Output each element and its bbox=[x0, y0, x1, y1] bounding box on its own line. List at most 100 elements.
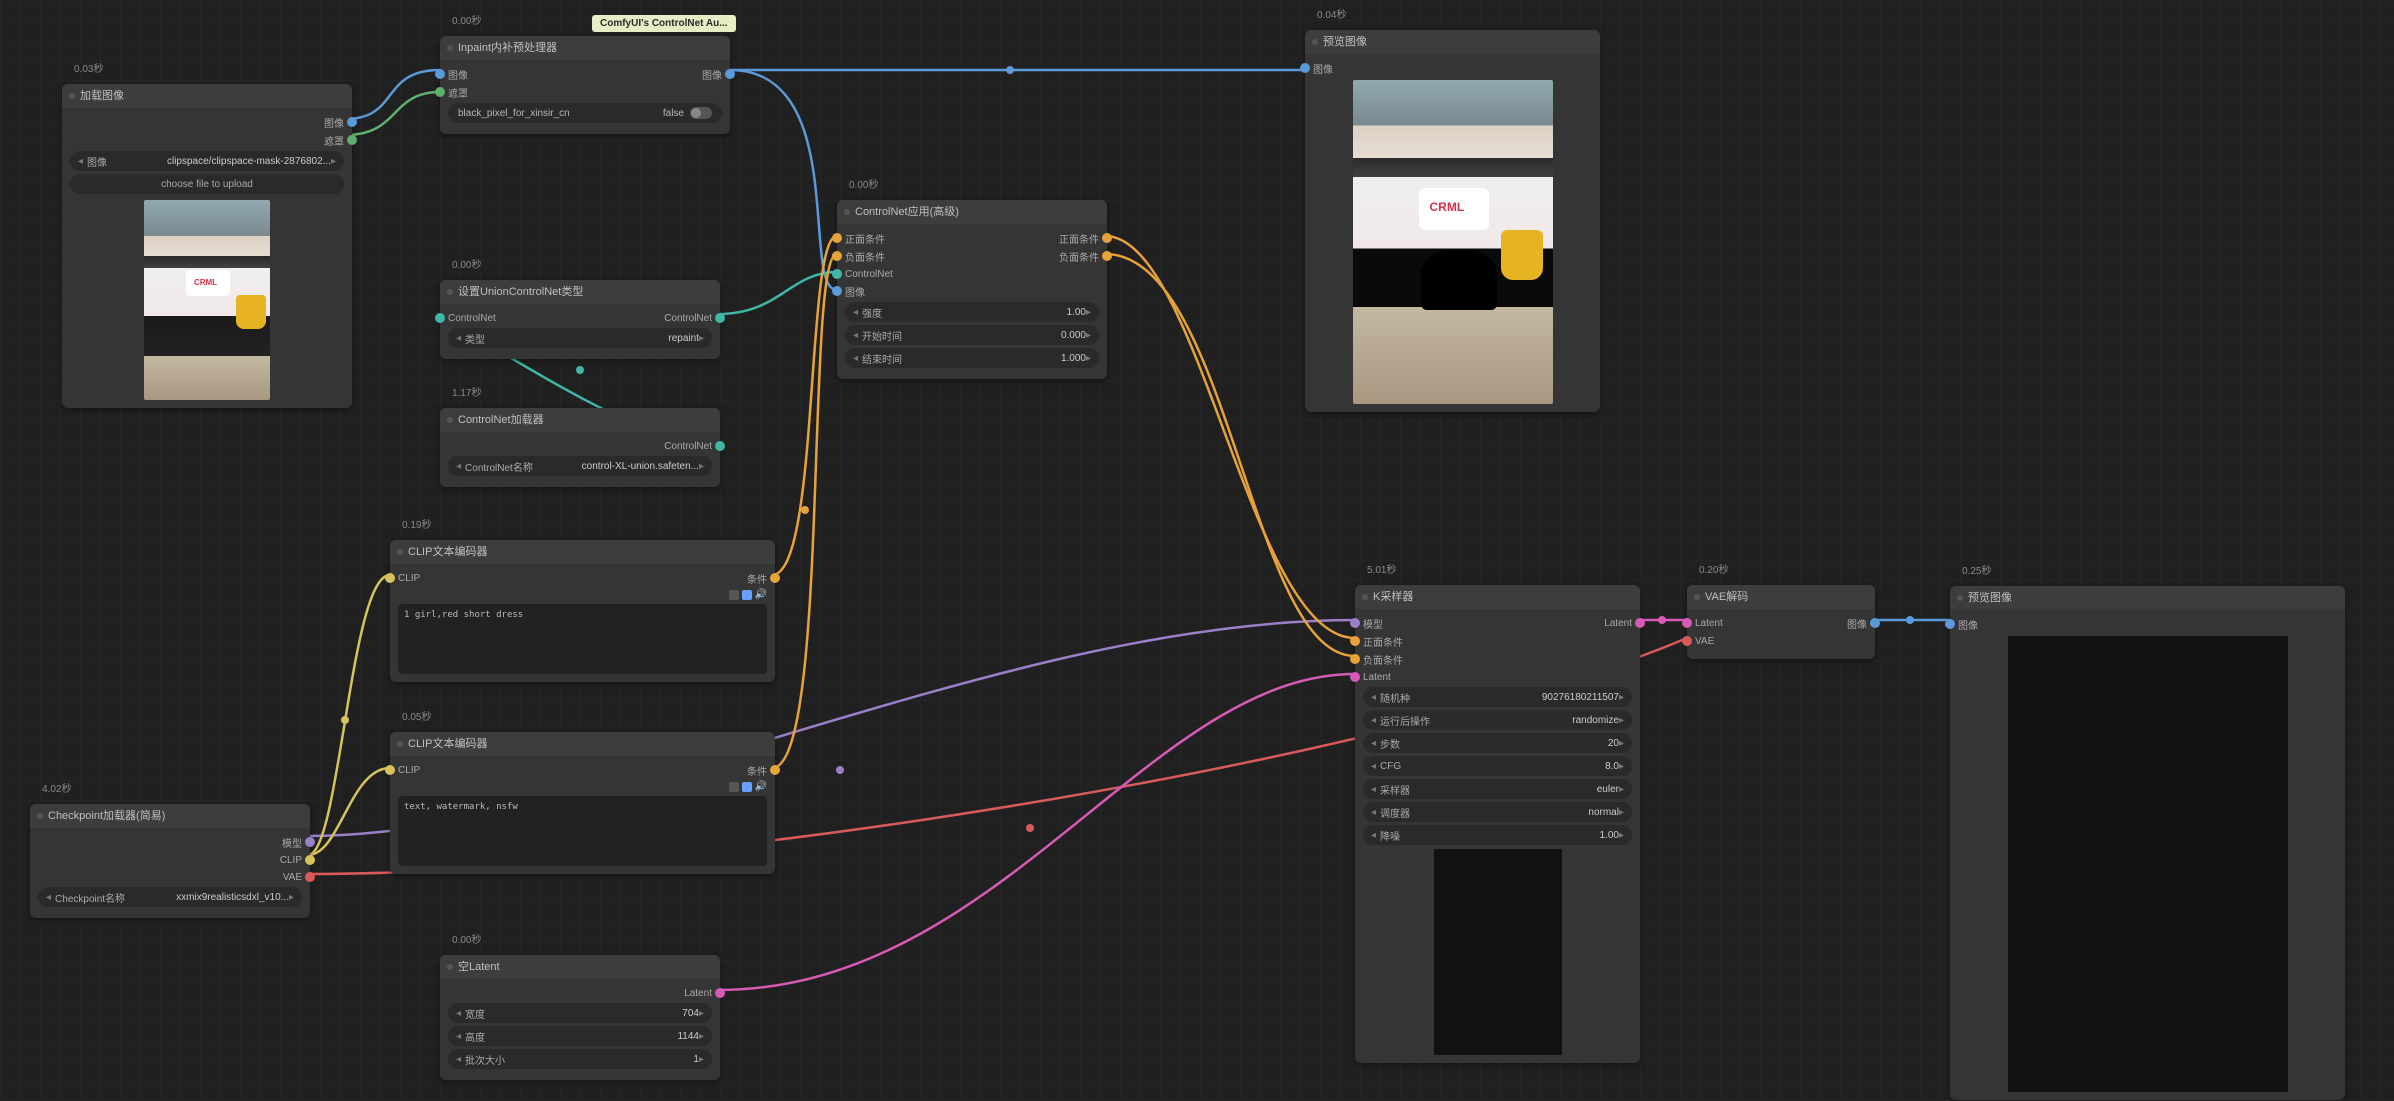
slot-label: VAE bbox=[1695, 636, 1714, 647]
widget-steps[interactable]: ◂步数20▸ bbox=[1363, 733, 1632, 753]
slot-label: 遮罩 bbox=[448, 85, 468, 100]
node-clip-text-negative[interactable]: 0.05秒 CLIP文本编码器 CLIP条件 🔊 text, watermark… bbox=[390, 732, 775, 874]
node-vae-decode[interactable]: 0.20秒 VAE解码 Latent图像 VAE bbox=[1687, 585, 1875, 659]
timing-label: 4.02秒 bbox=[42, 780, 71, 795]
slot-label: CLIP bbox=[398, 765, 420, 776]
widget-batch[interactable]: ◂批次大小1▸ bbox=[448, 1049, 712, 1069]
timing-label: 1.17秒 bbox=[452, 384, 481, 399]
slot-label: 模型 bbox=[1363, 616, 1383, 631]
node-clip-text-positive[interactable]: 0.19秒 CLIP文本编码器 CLIP条件 🔊 1 girl,red shor… bbox=[390, 540, 775, 682]
timing-label: 0.00秒 bbox=[452, 12, 481, 27]
timing-label: 0.19秒 bbox=[402, 516, 431, 531]
widget-type[interactable]: ◂类型repaint▸ bbox=[448, 328, 712, 348]
slot-label: 正面条件 bbox=[845, 231, 885, 246]
node-title[interactable]: 预览图像 bbox=[1305, 30, 1600, 54]
slot-label: 图像 bbox=[1313, 61, 1333, 76]
slot-label: 条件 bbox=[747, 763, 767, 778]
slot-label: CLIP bbox=[280, 855, 302, 866]
node-ksampler[interactable]: 5.01秒 K采样器 模型Latent 正面条件 负面条件 Latent ◂随机… bbox=[1355, 585, 1640, 1063]
widget-black-pixel[interactable]: black_pixel_for_xinsir_cn false bbox=[448, 103, 722, 123]
chevron-left-icon[interactable]: ◂ bbox=[46, 892, 51, 903]
slot-label: 遮罩 bbox=[324, 133, 344, 148]
toggle-icon[interactable] bbox=[729, 782, 739, 792]
slot-label: ControlNet bbox=[664, 441, 712, 452]
node-title[interactable]: ControlNet应用(高级) bbox=[837, 200, 1107, 224]
slot-label: 模型 bbox=[282, 835, 302, 850]
timing-label: 0.05秒 bbox=[402, 708, 431, 723]
widget-sampler[interactable]: ◂采样器euler▸ bbox=[1363, 779, 1632, 799]
node-inpaint-preprocessor[interactable]: 0.00秒 Inpaint内补预处理器 图像图像 遮罩 black_pixel_… bbox=[440, 36, 730, 134]
widget-width[interactable]: ◂宽度704▸ bbox=[448, 1003, 712, 1023]
slot-label: Latent bbox=[1604, 618, 1632, 629]
slot-label: ControlNet bbox=[845, 269, 893, 280]
slot-label: 正面条件 bbox=[1363, 634, 1403, 649]
node-title[interactable]: Inpaint内补预处理器 bbox=[440, 36, 730, 60]
widget-after[interactable]: ◂运行后操作randomize▸ bbox=[1363, 710, 1632, 730]
widget-checkpoint-name[interactable]: ◂Checkpoint名称xxmix9realisticsdxl_v10...▸ bbox=[38, 887, 302, 907]
slot-label: Latent bbox=[1695, 618, 1723, 629]
node-title[interactable]: 设置UnionControlNet类型 bbox=[440, 280, 720, 304]
chevron-left-icon[interactable]: ◂ bbox=[456, 333, 461, 344]
toggle[interactable] bbox=[690, 107, 712, 119]
speaker-icon[interactable]: 🔊 bbox=[755, 781, 767, 792]
slot-label: 负面条件 bbox=[1363, 652, 1403, 667]
toggle-icon[interactable] bbox=[742, 782, 752, 792]
chevron-right-icon[interactable]: ▸ bbox=[289, 892, 294, 903]
widget-controlnet-name[interactable]: ◂ControlNet名称control-XL-union.safeten...… bbox=[448, 456, 712, 476]
slot-label: 图像 bbox=[1958, 617, 1978, 632]
node-title[interactable]: 加载图像 bbox=[62, 84, 352, 108]
node-title[interactable]: CLIP文本编码器 bbox=[390, 732, 775, 756]
image-preview bbox=[2008, 636, 2288, 1092]
timing-label: 0.25秒 bbox=[1962, 562, 1991, 577]
node-checkpoint-loader[interactable]: 4.02秒 Checkpoint加载器(简易) 模型 CLIP VAE ◂Che… bbox=[30, 804, 310, 918]
node-load-image[interactable]: 0.03秒 加载图像 图像 遮罩 ◂ 图像 clipspace/clipspac… bbox=[62, 84, 352, 408]
toggle-icon[interactable] bbox=[742, 590, 752, 600]
widget-scheduler[interactable]: ◂调度器normal▸ bbox=[1363, 802, 1632, 822]
node-controlnet-loader[interactable]: 1.17秒 ControlNet加载器 ControlNet ◂ControlN… bbox=[440, 408, 720, 487]
slot-label: ControlNet bbox=[448, 313, 496, 324]
node-preview-image-2[interactable]: 0.25秒 预览图像 图像 bbox=[1950, 586, 2345, 1100]
widget-start[interactable]: ◂开始时间0.000▸ bbox=[845, 325, 1099, 345]
widget-height[interactable]: ◂高度1144▸ bbox=[448, 1026, 712, 1046]
widget-image-file[interactable]: ◂ 图像 clipspace/clipspace-mask-2876802...… bbox=[70, 151, 344, 171]
slot-label: 图像 bbox=[702, 67, 722, 82]
widget-cfg[interactable]: ◂CFG8.0▸ bbox=[1363, 756, 1632, 776]
chevron-right-icon[interactable]: ▸ bbox=[331, 156, 336, 167]
speaker-icon[interactable]: 🔊 bbox=[755, 589, 767, 600]
widget-seed[interactable]: ◂随机种90276180211507▸ bbox=[1363, 687, 1632, 707]
node-title[interactable]: 预览图像 bbox=[1950, 586, 2345, 610]
node-empty-latent[interactable]: 0.00秒 空Latent Latent ◂宽度704▸ ◂高度1144▸ ◂批… bbox=[440, 955, 720, 1080]
tooltip: ComfyUI's ControlNet Au... bbox=[592, 15, 736, 32]
slot-label: ControlNet bbox=[664, 313, 712, 324]
chevron-right-icon[interactable]: ▸ bbox=[699, 461, 704, 472]
slot-label: 图像 bbox=[845, 284, 865, 299]
prompt-textarea[interactable]: text, watermark, nsfw bbox=[398, 796, 767, 866]
widget-end[interactable]: ◂结束时间1.000▸ bbox=[845, 348, 1099, 368]
node-title[interactable]: ControlNet加载器 bbox=[440, 408, 720, 432]
slot-label: CLIP bbox=[398, 573, 420, 584]
node-set-union-controlnet[interactable]: 0.00秒 设置UnionControlNet类型 ControlNetCont… bbox=[440, 280, 720, 359]
slot-label: 图像 bbox=[448, 67, 468, 82]
node-title[interactable]: Checkpoint加载器(简易) bbox=[30, 804, 310, 828]
slot-label: 正面条件 bbox=[1059, 231, 1099, 246]
slot-label: 条件 bbox=[747, 571, 767, 586]
chevron-left-icon[interactable]: ◂ bbox=[456, 461, 461, 472]
chevron-left-icon[interactable]: ◂ bbox=[78, 156, 83, 167]
node-preview-image-1[interactable]: 0.04秒 预览图像 图像 CRML bbox=[1305, 30, 1600, 412]
slot-label: 图像 bbox=[1847, 616, 1867, 631]
node-title[interactable]: K采样器 bbox=[1355, 585, 1640, 609]
widget-strength[interactable]: ◂强度1.00▸ bbox=[845, 302, 1099, 322]
node-title[interactable]: VAE解码 bbox=[1687, 585, 1875, 609]
widget-denoise[interactable]: ◂降噪1.00▸ bbox=[1363, 825, 1632, 845]
node-title[interactable]: CLIP文本编码器 bbox=[390, 540, 775, 564]
toggle-icon[interactable] bbox=[729, 590, 739, 600]
slot-label: 负面条件 bbox=[845, 249, 885, 264]
chevron-right-icon[interactable]: ▸ bbox=[699, 333, 704, 344]
upload-button[interactable]: choose file to upload bbox=[70, 174, 344, 194]
slot-label: Latent bbox=[684, 988, 712, 999]
prompt-textarea[interactable]: 1 girl,red short dress bbox=[398, 604, 767, 674]
node-title[interactable]: 空Latent bbox=[440, 955, 720, 979]
slot-label: 图像 bbox=[324, 115, 344, 130]
slot-label: Latent bbox=[1363, 672, 1391, 683]
node-controlnet-apply[interactable]: 0.00秒 ControlNet应用(高级) 正面条件正面条件 负面条件负面条件… bbox=[837, 200, 1107, 379]
